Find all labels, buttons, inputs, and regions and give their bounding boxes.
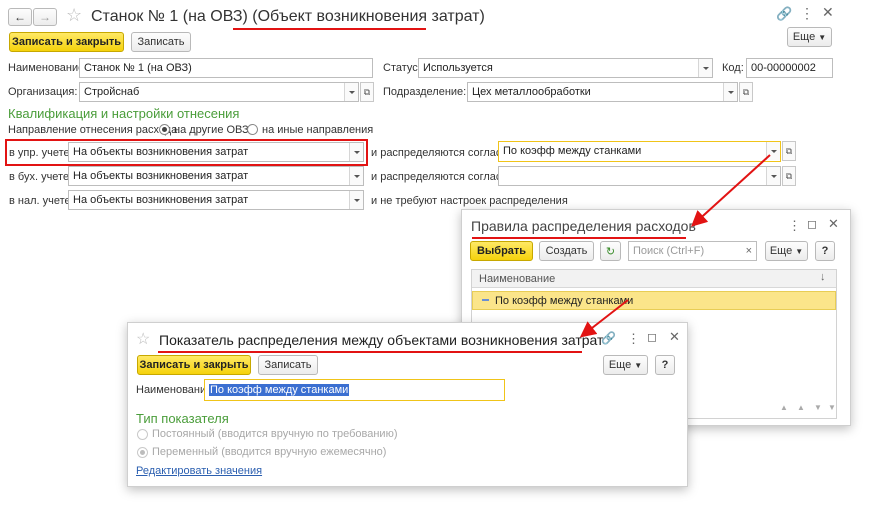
arrow-to-indicator-window: [579, 299, 629, 338]
arrow-to-rules-window: [691, 154, 771, 227]
annotation-arrows: [579, 154, 771, 338]
